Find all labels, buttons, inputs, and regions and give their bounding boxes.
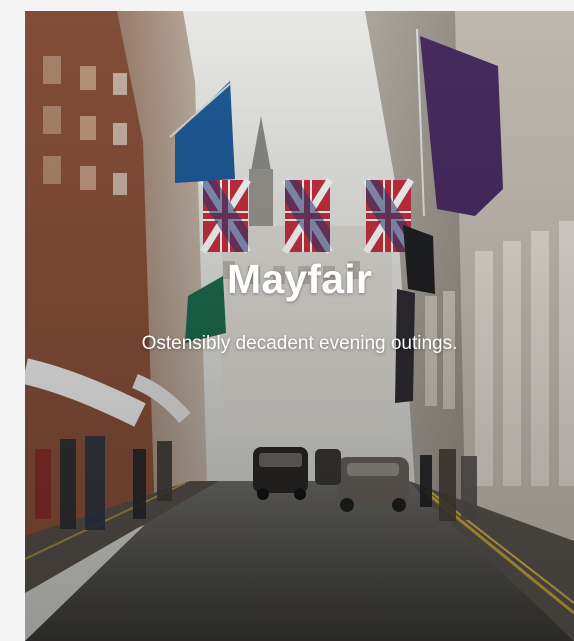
card-title: Mayfair — [227, 256, 372, 302]
card-subtitle: Ostensibly decadent evening outings. — [141, 333, 458, 354]
card-caption: Mayfair Ostensibly decadent evening outi… — [25, 256, 574, 356]
neighborhood-card[interactable]: Mayfair Ostensibly decadent evening outi… — [25, 11, 574, 641]
page: Mayfair Ostensibly decadent evening outi… — [0, 0, 574, 641]
